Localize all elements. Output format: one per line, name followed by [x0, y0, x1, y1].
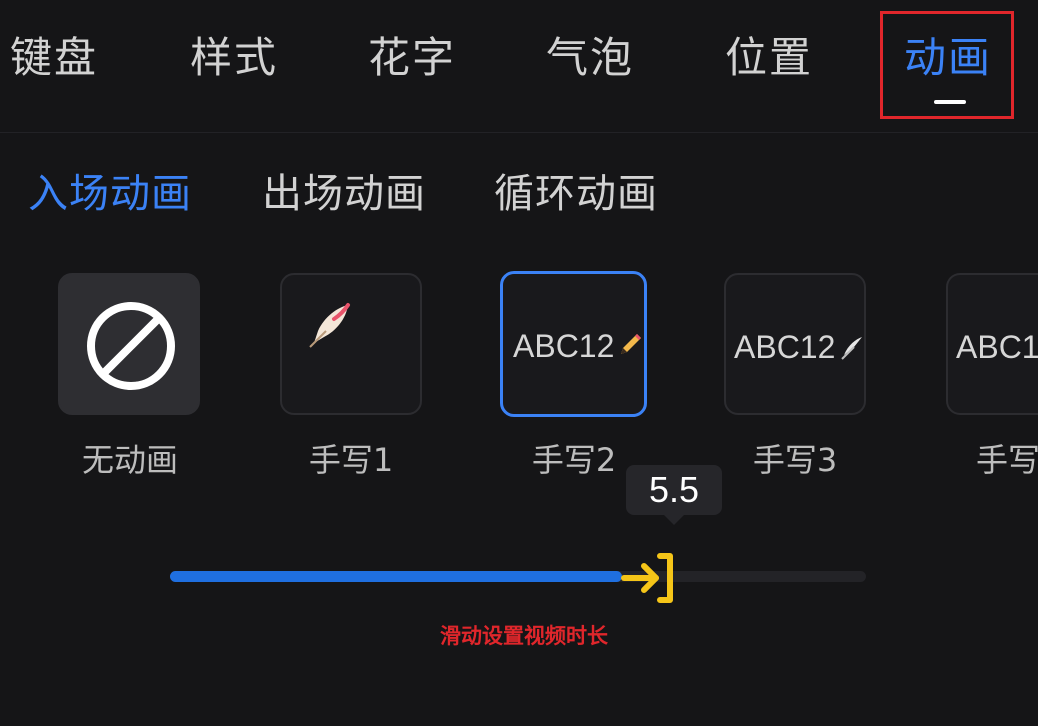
duration-slider-thumb[interactable] — [620, 548, 680, 608]
slider-hint-annotation: 滑动设置视频时长 — [440, 624, 608, 648]
animation-card-handwriting-2[interactable]: ABC12 — [500, 271, 647, 417]
tab-bubble[interactable]: 气泡 — [546, 28, 634, 88]
tab-keyboard[interactable]: 键盘 — [10, 28, 98, 88]
animation-label-handwriting-1: 手写1 — [308, 441, 394, 479]
animation-card-handwriting-1[interactable] — [280, 273, 422, 415]
no-entry-icon — [87, 302, 175, 390]
feather-pen-icon — [309, 303, 350, 348]
animation-preview-text: ABC12 — [513, 328, 615, 364]
duration-value-tooltip: 5.5 — [626, 465, 722, 515]
animation-label-none: 无动画 — [81, 441, 178, 479]
duration-slider-track[interactable] — [170, 571, 866, 582]
subtab-intro-animation[interactable]: 入场动画 — [28, 166, 192, 222]
tooltip-arrow — [664, 515, 684, 525]
annotation-highlight-box — [880, 11, 1014, 119]
subtab-loop-animation[interactable]: 循环动画 — [494, 166, 658, 222]
animation-card-none[interactable] — [58, 273, 200, 415]
animation-preview-text: ABC1 — [956, 329, 1038, 365]
tab-style[interactable]: 样式 — [190, 28, 278, 88]
animation-label-handwriting-partial: 手写 — [976, 441, 1038, 479]
animation-card-handwriting-3[interactable]: ABC12 — [724, 273, 866, 415]
animation-preview-text: ABC12 — [734, 329, 836, 365]
animation-card-handwriting-partial[interactable]: ABC1 — [946, 273, 1038, 415]
quill-icon — [841, 337, 862, 360]
category-tab-bar: 键盘 样式 花字 气泡 位置 动画 — [0, 0, 1038, 133]
tab-fancy-text[interactable]: 花字 — [368, 28, 456, 88]
pencil-icon — [621, 334, 641, 354]
animation-label-handwriting-3: 手写3 — [752, 441, 838, 479]
tab-position[interactable]: 位置 — [725, 28, 813, 88]
thumb-bracket-icon — [657, 553, 673, 603]
duration-slider-fill — [170, 571, 622, 582]
subtab-outro-animation[interactable]: 出场动画 — [262, 166, 426, 222]
